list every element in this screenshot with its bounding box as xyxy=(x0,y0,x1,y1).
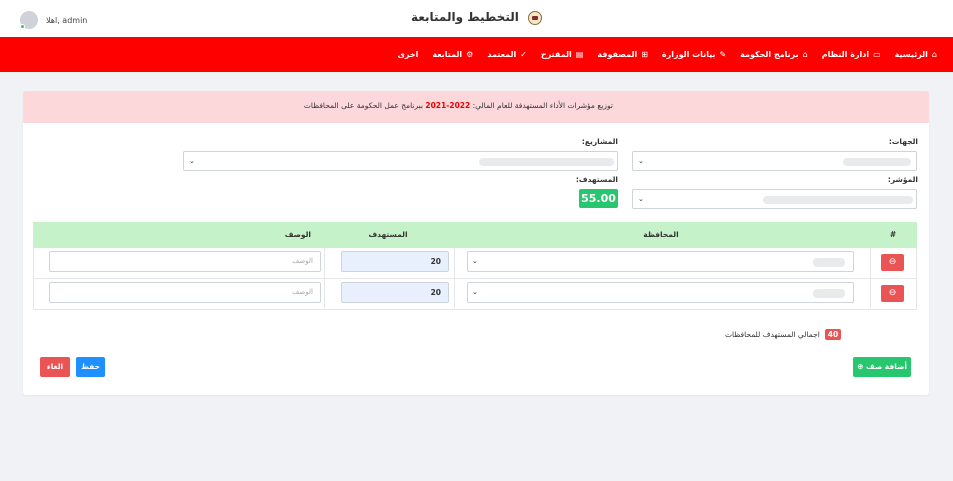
indicator-select[interactable]: ⌄ xyxy=(632,189,917,209)
col-header-governorate: المحافظة xyxy=(643,230,679,239)
alert-text-after: ببرنامج عمل الحكومة على المحافظات xyxy=(303,101,426,110)
main-card: توزيع مؤشرات الأداء المستهدفة للعام الما… xyxy=(23,91,929,395)
nav-item-0[interactable]: ⌂ الرئيسية xyxy=(895,50,937,59)
entities-select[interactable]: ⌄ xyxy=(632,151,917,171)
nav-item-7[interactable]: ⚙ المتابعة xyxy=(432,50,473,59)
governorate-selected-value xyxy=(813,289,845,298)
nav-item-6[interactable]: ✓ المعتمد xyxy=(487,50,527,59)
governorate-selected-value xyxy=(813,258,845,267)
add-row-button[interactable]: ⊕ أضافة صف xyxy=(853,357,911,377)
governorate-select[interactable]: ⌄ xyxy=(467,282,854,303)
column-divider xyxy=(870,279,871,309)
cogs-icon: ⚙ xyxy=(466,50,474,59)
nav-item-1[interactable]: ▭ ادارة النظام xyxy=(822,50,881,59)
column-divider xyxy=(454,248,455,278)
nav-item-label: بيانات الوزارة xyxy=(661,50,716,59)
nav-item-label: برنامج الحكومة xyxy=(740,50,799,59)
col-header-description: الوصف xyxy=(33,222,323,248)
indicator-label: المؤشر: xyxy=(887,175,918,184)
nav-item-label: الرئيسية xyxy=(894,50,928,59)
governorate-select[interactable]: ⌄ xyxy=(467,251,854,272)
user-menu[interactable]: اهلا, admin xyxy=(20,11,87,29)
distribution-table: # المحافظة المستهدف الوصف ⊖ ⌄ 20 الوصف ⊖ ⌄ 20 ا… xyxy=(33,222,917,310)
entities-selected-value xyxy=(843,158,911,166)
save-button[interactable]: حفظ xyxy=(76,357,105,377)
user-greeting[interactable]: اهلا, admin xyxy=(46,16,87,25)
grid-icon: ⊞ xyxy=(641,50,648,59)
app-title: التخطيط والمتابعة xyxy=(410,10,519,24)
info-alert: توزيع مؤشرات الأداء المستهدفة للعام الما… xyxy=(23,91,929,123)
indicator-selected-value xyxy=(763,196,913,204)
minus-circle-icon: ⊖ xyxy=(888,257,897,267)
cancel-button[interactable]: الغاء xyxy=(40,357,70,377)
chevron-down-icon: ⌄ xyxy=(472,288,478,296)
col-header-target: المستهدف xyxy=(368,230,408,239)
home-icon: ⌂ xyxy=(931,50,937,59)
table-row: ⊖ ⌄ 20 الوصف xyxy=(33,248,917,279)
user-avatar-icon[interactable] xyxy=(20,11,38,29)
nav-item-label: المقترح xyxy=(540,50,572,59)
target-value-badge: 55.00 xyxy=(579,189,618,208)
nav-item-8[interactable]: اخرى xyxy=(398,50,419,59)
col-header-description-text: الوصف xyxy=(284,230,311,239)
minus-circle-icon: ⊖ xyxy=(888,288,897,298)
column-divider xyxy=(870,248,871,278)
table-row: ⊖ ⌄ 20 الوصف xyxy=(33,279,917,310)
column-divider xyxy=(454,279,455,309)
edit-icon: ✎ xyxy=(719,50,727,59)
projects-label: المشاريع: xyxy=(581,137,618,146)
target-label: المستهدف: xyxy=(575,175,618,184)
bank-icon: ⌂ xyxy=(802,50,808,59)
alert-text-before: توزيع مؤشرات الأداء المستهدفة للعام الما… xyxy=(470,101,613,110)
nav-item-5[interactable]: ▤ المقترح xyxy=(541,50,583,59)
chevron-down-icon: ⌄ xyxy=(472,257,478,265)
target-input[interactable]: 20 xyxy=(341,251,449,272)
nav-item-label: المعتمد xyxy=(487,50,517,59)
description-input[interactable]: الوصف xyxy=(49,251,321,272)
monitor-icon: ▭ xyxy=(873,50,881,59)
chevron-down-icon: ⌄ xyxy=(638,157,644,165)
entities-label: الجهات: xyxy=(888,137,918,146)
chevron-down-icon: ⌄ xyxy=(638,195,644,203)
online-status-icon xyxy=(20,24,25,29)
total-label: اجمالي المستهدف للمحافظات xyxy=(725,330,820,339)
table-body: ⊖ ⌄ 20 الوصف ⊖ ⌄ 20 الوصف xyxy=(33,248,917,310)
nav-item-3[interactable]: ✎ بيانات الوزارة xyxy=(662,50,726,59)
check-icon: ✓ xyxy=(520,50,527,59)
chevron-down-icon: ⌄ xyxy=(189,157,195,165)
fiscal-year: 2022-2021 xyxy=(425,101,471,110)
nav-item-4[interactable]: ⊞ المصفوفة xyxy=(597,50,648,59)
nav-item-label: المصفوفة xyxy=(597,50,638,59)
projects-selected-value xyxy=(479,158,614,166)
column-divider xyxy=(324,279,325,309)
total-value-badge: 40 xyxy=(824,329,842,340)
add-row-label: أضافة صف xyxy=(866,362,907,371)
main-nav: ⌂ الرئيسية ▭ ادارة النظام ⌂ برنامج الحكومة ✎ بي… xyxy=(0,37,953,72)
remove-row-button[interactable]: ⊖ xyxy=(881,285,904,302)
emblem-icon xyxy=(528,10,543,25)
app-title-block: التخطيط والمتابعة xyxy=(0,10,953,25)
description-input[interactable]: الوصف xyxy=(49,282,321,303)
nav-item-label: اخرى xyxy=(397,50,419,59)
table-header: # المحافظة المستهدف الوصف xyxy=(33,222,917,248)
nav-item-label: المتابعة xyxy=(432,50,463,59)
nav-item-2[interactable]: ⌂ برنامج الحكومة xyxy=(740,50,808,59)
target-input[interactable]: 20 xyxy=(341,282,449,303)
column-divider xyxy=(324,248,325,278)
top-header: التخطيط والمتابعة اهلا, admin xyxy=(0,0,953,37)
col-header-index: # xyxy=(889,230,897,239)
form-icon: ▤ xyxy=(575,50,584,59)
nav-item-label: ادارة النظام xyxy=(821,50,870,59)
projects-select[interactable]: ⌄ xyxy=(183,151,618,171)
plus-circle-icon: ⊕ xyxy=(857,362,864,371)
remove-row-button[interactable]: ⊖ xyxy=(881,254,904,271)
total-summary: 40 اجمالي المستهدف للمحافظات xyxy=(725,329,842,340)
